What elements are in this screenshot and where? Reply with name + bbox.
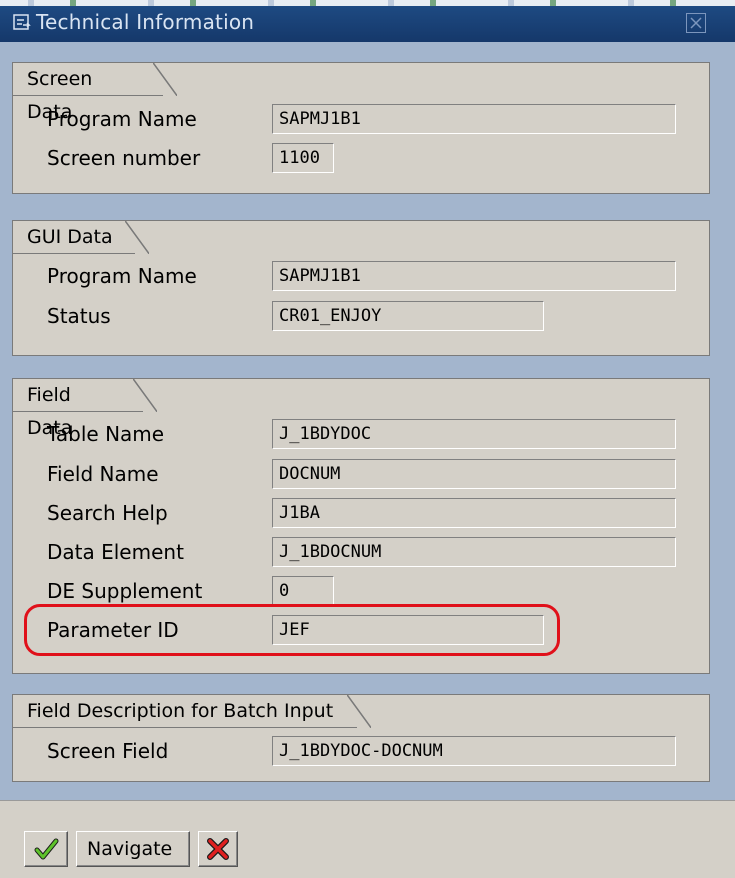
program-name-field[interactable]: SAPMJ1B1: [272, 104, 676, 134]
window-icon: [13, 14, 31, 30]
cancel-x-icon: [207, 838, 229, 860]
field-label: Screen number: [47, 146, 201, 170]
de-supplement-field[interactable]: 0: [272, 576, 334, 606]
group-title: GUI Data: [13, 221, 149, 254]
navigate-label: Navigate: [87, 838, 173, 860]
field-label: Screen Field: [47, 739, 169, 763]
confirm-button[interactable]: [24, 831, 68, 867]
field-label: Search Help: [47, 501, 168, 525]
field-name-field[interactable]: DOCNUM: [272, 459, 676, 489]
title-bar: Technical Information: [0, 0, 735, 43]
search-help-field[interactable]: J1BA: [272, 498, 676, 528]
field-label: Status: [47, 304, 111, 328]
group-title: Screen Data: [13, 63, 177, 123]
batch-input-group: Field Description for Batch Input Screen…: [12, 694, 710, 782]
screen-data-group: Screen Data Program Name SAPMJ1B1 Screen…: [12, 62, 710, 194]
field-label: Data Element: [47, 540, 184, 564]
gui-data-group: GUI Data Program Name SAPMJ1B1 Status CR…: [12, 220, 710, 356]
field-label: Program Name: [47, 264, 197, 288]
close-icon[interactable]: [686, 13, 706, 33]
field-label: Field Name: [47, 462, 159, 486]
group-title: Field Data: [13, 379, 157, 439]
field-label: DE Supplement: [47, 579, 203, 603]
window-title: Technical Information: [36, 10, 255, 34]
data-element-field[interactable]: J_1BDOCNUM: [272, 537, 676, 567]
parameter-id-highlight: [24, 604, 560, 656]
bottom-toolbar: Navigate: [0, 800, 735, 878]
background-strip: [0, 0, 735, 6]
status-field[interactable]: CR01_ENJOY: [272, 301, 544, 331]
table-name-field[interactable]: J_1BDYDOC: [272, 419, 676, 449]
navigate-button[interactable]: Navigate: [76, 831, 190, 867]
group-title: Field Description for Batch Input: [13, 695, 371, 728]
screen-number-field[interactable]: 1100: [272, 143, 334, 173]
cancel-button[interactable]: [198, 831, 238, 867]
field-label: Table Name: [47, 422, 165, 446]
field-label: Program Name: [47, 107, 197, 131]
gui-program-name-field[interactable]: SAPMJ1B1: [272, 261, 676, 291]
checkmark-icon: [34, 838, 59, 860]
screen-field-field[interactable]: J_1BDYDOC-DOCNUM: [272, 736, 676, 766]
